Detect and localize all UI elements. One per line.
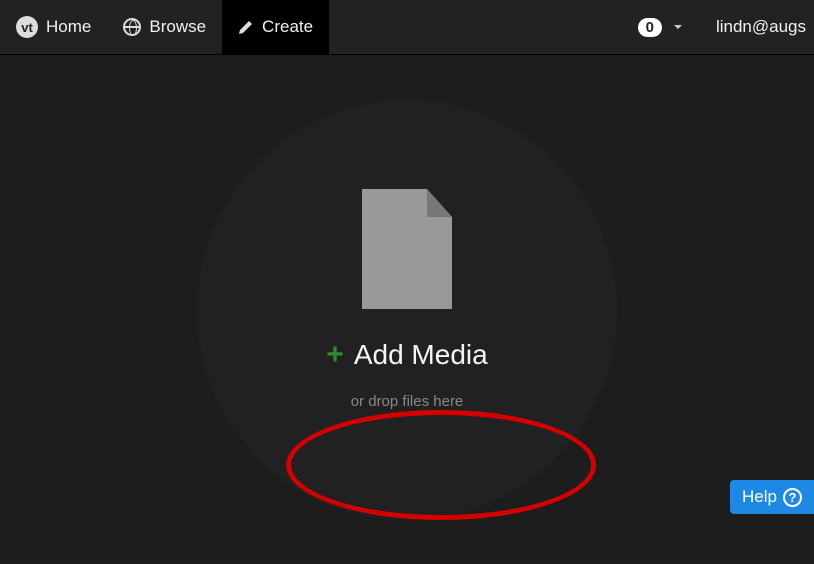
nav-create[interactable]: Create bbox=[222, 0, 329, 54]
top-navbar: vt Home Browse Create 0 lindn@augs bbox=[0, 0, 814, 55]
count-badge: 0 bbox=[638, 18, 662, 37]
drop-hint: or drop files here bbox=[351, 393, 464, 410]
nav-browse-label: Browse bbox=[149, 17, 206, 37]
plus-icon: + bbox=[326, 340, 344, 370]
caret-down-icon bbox=[674, 25, 682, 29]
add-media-label: Add Media bbox=[354, 339, 488, 371]
nav-create-label: Create bbox=[262, 17, 313, 37]
notification-count[interactable]: 0 bbox=[622, 0, 698, 54]
help-label: Help bbox=[742, 487, 777, 507]
nav-home-label: Home bbox=[46, 17, 91, 37]
content-area: + Add Media or drop files here Help ? bbox=[0, 55, 814, 564]
add-media-dropzone[interactable]: + Add Media or drop files here bbox=[197, 100, 617, 520]
add-media-button[interactable]: + Add Media bbox=[326, 339, 487, 371]
user-menu[interactable]: lindn@augs bbox=[698, 17, 814, 37]
globe-icon bbox=[123, 18, 141, 36]
nav-left: vt Home Browse Create bbox=[0, 0, 329, 54]
nav-home[interactable]: vt Home bbox=[0, 0, 107, 54]
pencil-icon bbox=[238, 19, 254, 35]
file-icon bbox=[357, 189, 457, 309]
logo-badge: vt bbox=[16, 16, 38, 38]
nav-right: 0 lindn@augs bbox=[622, 0, 814, 54]
help-icon: ? bbox=[783, 488, 802, 507]
nav-browse[interactable]: Browse bbox=[107, 0, 222, 54]
help-button[interactable]: Help ? bbox=[730, 480, 814, 514]
